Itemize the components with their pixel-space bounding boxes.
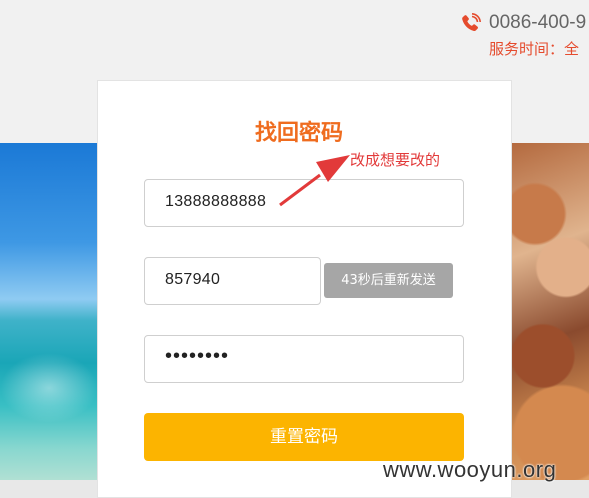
hotline-number: 0086-400-9 <box>489 12 587 33</box>
page-title: 找回密码 <box>255 121 344 146</box>
background-rock-image <box>512 143 589 498</box>
new-password-input[interactable]: •••••••• <box>144 335 464 383</box>
annotation-text: 改成想要改的 <box>350 151 441 169</box>
verification-code-input[interactable]: 857940 <box>144 257 321 305</box>
verification-code-value: 857940 <box>165 271 221 288</box>
watermark: www.wooyun.org <box>383 457 557 482</box>
resend-code-button[interactable]: 43秒后重新发送 <box>324 263 453 298</box>
service-hours: 服务时间：全 <box>489 40 580 58</box>
phone-input-value: 13888888888 <box>165 193 267 210</box>
reset-password-button[interactable]: 重置密码 <box>144 413 464 461</box>
annotation-arrow-icon <box>279 155 350 207</box>
password-masked-value: •••••••• <box>165 345 230 367</box>
background-sea-image <box>0 143 98 498</box>
phone-icon <box>462 13 481 32</box>
